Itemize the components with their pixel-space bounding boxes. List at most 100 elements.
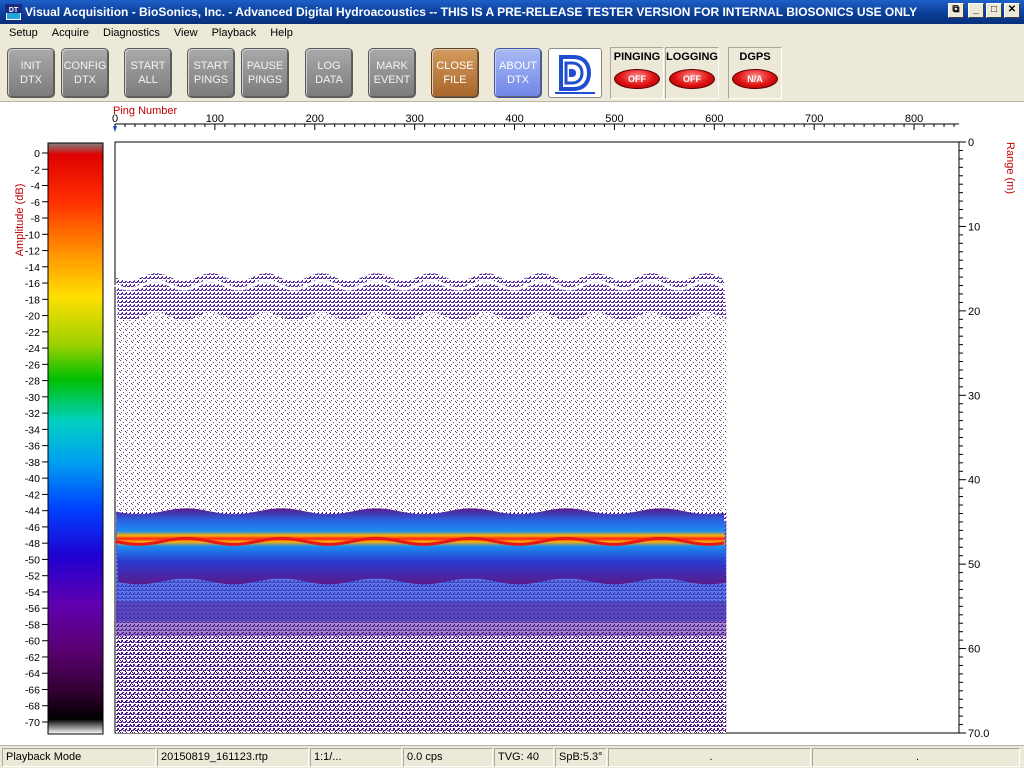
colorbar-tick-label: -28 [25, 376, 40, 388]
colorbar-tick-label: -60 [25, 636, 40, 648]
echogram-data [114, 273, 727, 733]
app-icon[interactable]: DT [5, 3, 22, 21]
start-pings-button[interactable]: START PINGS [187, 48, 235, 98]
colorbar-tick-label: -70 [25, 717, 40, 729]
colorbar-tick-label: -52 [25, 571, 40, 583]
menu-playback[interactable]: Playback [205, 24, 264, 42]
ping-cursor-icon [113, 126, 117, 132]
x-tick-label: 100 [206, 113, 224, 125]
menu-view[interactable]: View [167, 24, 205, 42]
init-dtx-button[interactable]: INIT DTX [7, 48, 55, 98]
x-tick-label: 800 [905, 113, 923, 125]
colorbar-tick-label: -44 [25, 506, 40, 518]
close-file-button[interactable]: CLOSE FILE [431, 48, 479, 98]
colorbar-tick-label: -34 [25, 424, 40, 436]
y-tick-label: 60 [968, 644, 980, 656]
config-dtx-button[interactable]: CONFIG DTX [61, 48, 109, 98]
x-tick-label: 400 [505, 113, 523, 125]
colorbar-tick-label: -2 [31, 164, 40, 176]
status-mode: Playback Mode [2, 748, 156, 767]
water-column-speckle [116, 302, 727, 542]
colorbar-tick-label: -18 [25, 294, 40, 306]
echogram-svg[interactable]: 0 100 200 300 400 500 600 700 800 0 10 20 30 40 50 60 7… [0, 102, 1024, 745]
colorbar-tick-label: -32 [25, 408, 40, 420]
close-icon[interactable]: ✕ [1004, 3, 1020, 18]
status-bar: Playback Mode 20150819_161123.rtp 1:1/..… [0, 745, 1024, 768]
title-bar: DT Visual Acquisition - BioSonics, Inc. … [0, 0, 1024, 24]
restore-icon[interactable]: ⧉ [948, 3, 964, 18]
x-tick-label: 300 [405, 113, 423, 125]
status-spb: SpB:5.3° [555, 748, 607, 767]
y-tick-label: 50 [968, 559, 980, 571]
colorbar-tick-label: -4 [31, 181, 40, 193]
minimize-icon[interactable]: _ [968, 3, 984, 18]
colorbar-label: Amplitude (dB) [14, 184, 26, 257]
colorbar-tick-label: -66 [25, 684, 40, 696]
log-data-button[interactable]: LOG DATA [305, 48, 353, 98]
dgps-indicator: DGPS N/A [728, 47, 782, 99]
colorbar-tick-label: -56 [25, 603, 40, 615]
colorbar-tick-label: -40 [25, 473, 40, 485]
pinging-status: OFF [614, 69, 660, 89]
status-file: 20150819_161123.rtp [157, 748, 309, 767]
status-ratio: 1:1/... [310, 748, 402, 767]
start-all-button[interactable]: START ALL [124, 48, 172, 98]
colorbar-tick-label: -10 [25, 229, 40, 241]
deep-speckle [116, 631, 727, 733]
colorbar-tick-label: -12 [25, 246, 40, 258]
colorbar-tick-label: -54 [25, 587, 40, 599]
status-tvg: TVG: 40 [494, 748, 554, 767]
about-dtx-button[interactable]: ABOUT DTX [494, 48, 542, 98]
pause-pings-button[interactable]: PAUSE PINGS [241, 48, 289, 98]
toolbar: INIT DTX CONFIG DTX START ALL START PING… [0, 42, 1024, 102]
logging-indicator: LOGGING OFF [665, 47, 719, 99]
colorbar-tick-label: -16 [25, 278, 40, 290]
logging-label: LOGGING [666, 51, 718, 63]
pinging-indicator: PINGING OFF [610, 47, 664, 99]
menu-bar: Setup Acquire Diagnostics View Playback … [0, 24, 1024, 42]
colorbar-tick-label: -20 [25, 311, 40, 323]
y-tick-label: 40 [968, 475, 980, 487]
mark-event-button[interactable]: MARK EVENT [368, 48, 416, 98]
deep-purple [116, 601, 727, 637]
y-tick-label: 70.0 [968, 728, 989, 740]
logging-status: OFF [669, 69, 715, 89]
colorbar-tick-label: 0 [34, 148, 40, 160]
colorbar-tick-label: -24 [25, 343, 40, 355]
x-axis-label: Ping Number [113, 105, 178, 117]
biosonics-logo-icon[interactable] [548, 48, 602, 98]
colorbar-tick-label: -14 [25, 262, 40, 274]
colorbar-tick-label: -30 [25, 392, 40, 404]
x-tick-label: 500 [605, 113, 623, 125]
bottom-band [116, 508, 727, 585]
colorbar-tick-label: -38 [25, 457, 40, 469]
y-tick-label: 20 [968, 306, 980, 318]
colorbar-ticks: 0 -2 -4 -6 -8 -10 -12 -14 -16 -18 -20 -22 -24 -26 -28 -… [25, 148, 48, 729]
dgps-label: DGPS [739, 51, 771, 63]
x-tick-label: 200 [306, 113, 324, 125]
window-title: Visual Acquisition - BioSonics, Inc. - A… [25, 5, 918, 19]
colorbar-tick-label: -42 [25, 489, 40, 501]
status-pane-7: . [608, 748, 811, 767]
y-tick-label: 0 [968, 137, 974, 149]
menu-setup[interactable]: Setup [2, 24, 45, 42]
colorbar-tick-label: -22 [25, 327, 40, 339]
colorbar-tick-label: -46 [25, 522, 40, 534]
maximize-icon[interactable]: □ [986, 3, 1002, 18]
colorbar-tick-label: -50 [25, 554, 40, 566]
menu-diagnostics[interactable]: Diagnostics [96, 24, 167, 42]
y-axis: 0 10 20 30 40 50 60 70.0 [959, 137, 989, 740]
y-tick-label: 10 [968, 221, 980, 233]
colorbar-tick-label: -58 [25, 619, 40, 631]
status-pane-8: . [812, 748, 1020, 767]
status-rate: 0.0 cps [403, 748, 493, 767]
colorbar-tick-label: -26 [25, 359, 40, 371]
echogram-panel: 0 100 200 300 400 500 600 700 800 0 10 20 30 40 50 60 7… [0, 102, 1024, 745]
x-tick-label: 700 [805, 113, 823, 125]
colorbar-tick-label: -64 [25, 668, 40, 680]
dgps-status: N/A [732, 69, 778, 89]
colorbar-tick-label: -6 [31, 197, 40, 209]
x-tick-label: 600 [705, 113, 723, 125]
menu-acquire[interactable]: Acquire [45, 24, 96, 42]
menu-help[interactable]: Help [263, 24, 300, 42]
